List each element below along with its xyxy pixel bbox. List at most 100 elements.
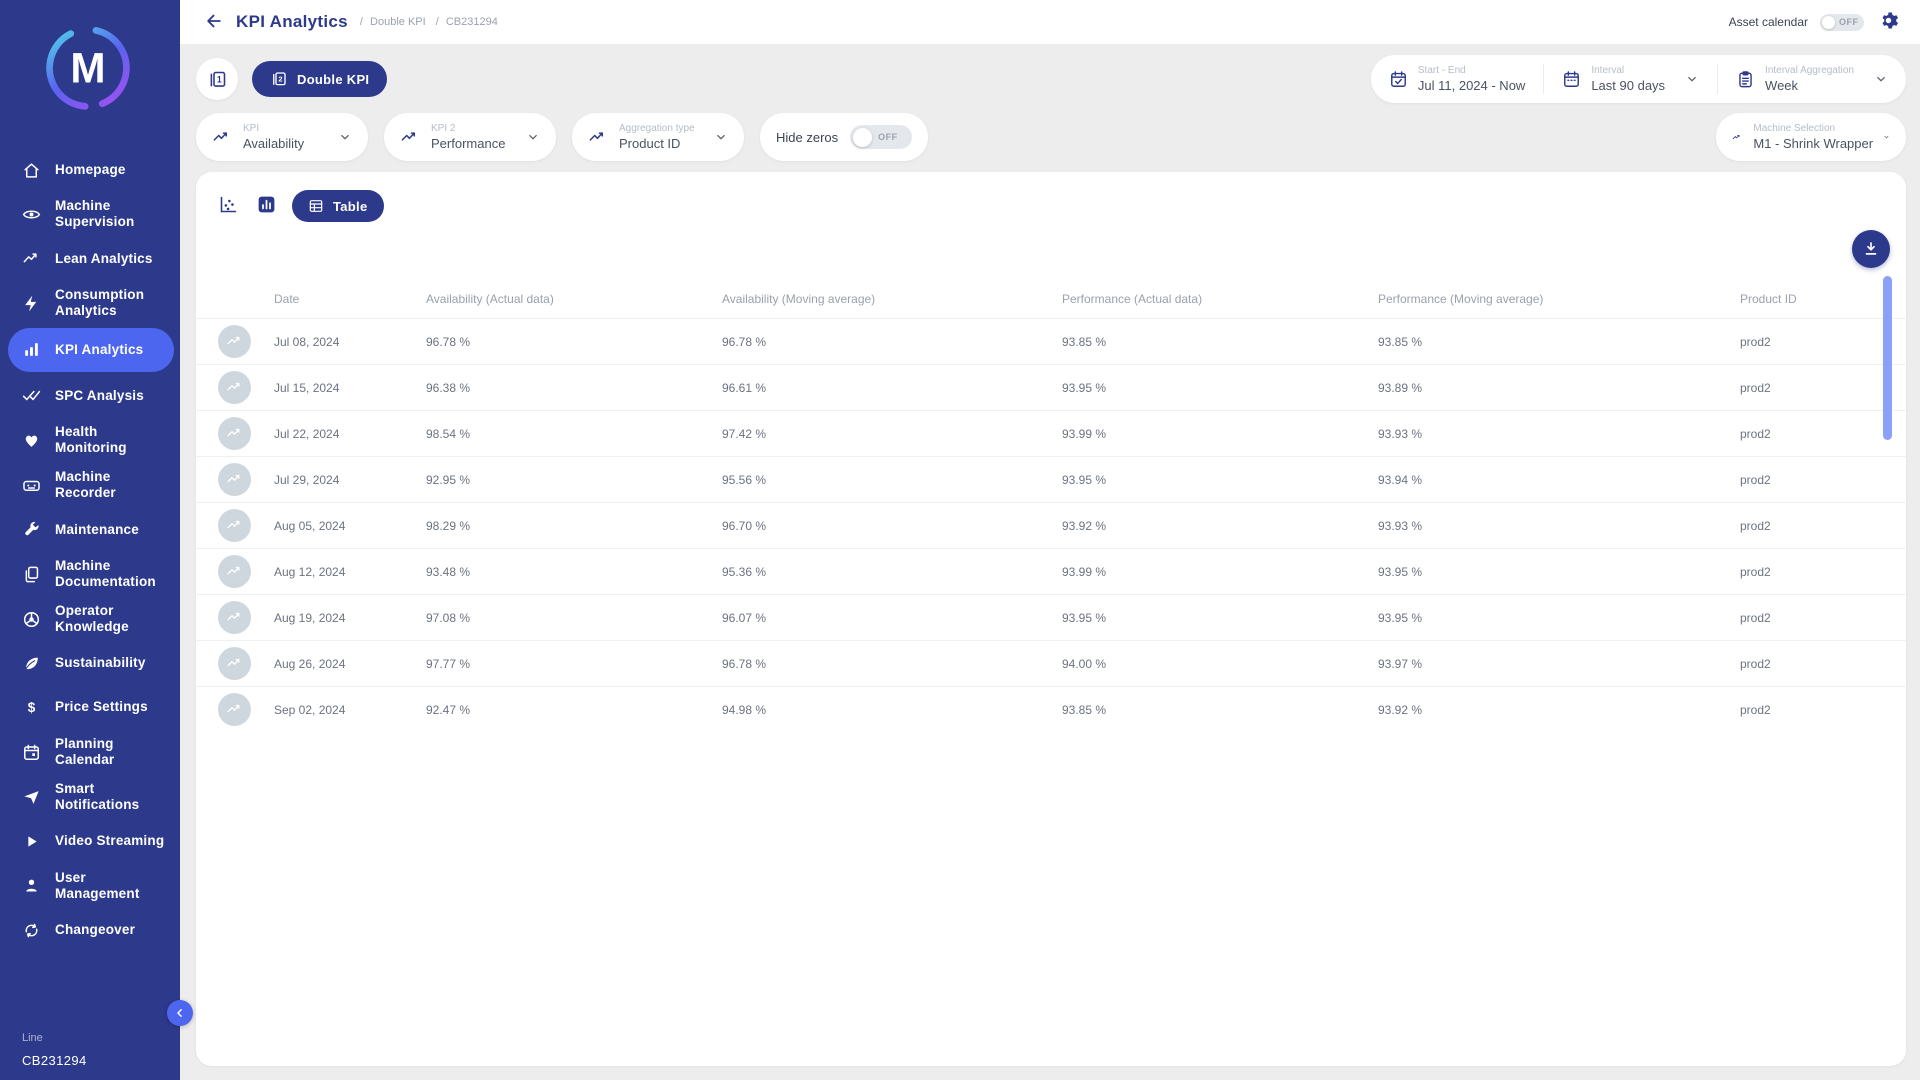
sidebar-item-lean-analytics[interactable]: Lean Analytics	[0, 237, 180, 281]
docs-icon	[22, 565, 41, 584]
sidebar-item-machine-documentation[interactable]: Machine Documentation	[0, 552, 180, 597]
single-kpi-button[interactable]: 1	[196, 58, 238, 100]
filter-value: Product ID	[619, 136, 704, 151]
start-end-value: Jul 11, 2024 - Now	[1418, 78, 1525, 93]
sidebar-item-label: Machine Documentation	[55, 558, 170, 591]
table-cell: Aug 19, 2024	[274, 611, 426, 625]
sidebar-item-smart-notifications[interactable]: Smart Notifications	[0, 775, 180, 820]
asset-calendar-toggle[interactable]: OFF	[1820, 14, 1864, 31]
breadcrumb-item: CB231294	[436, 16, 498, 28]
sidebar-item-kpi-analytics[interactable]: KPI Analytics	[8, 328, 174, 372]
bolt-icon	[22, 294, 41, 313]
settings-button[interactable]	[1876, 10, 1900, 34]
table-cell: prod2	[1740, 427, 1906, 441]
svg-text:1: 1	[216, 74, 221, 84]
table-cell: 93.92 %	[1062, 519, 1378, 533]
sidebar-item-changeover[interactable]: Changeover	[0, 908, 180, 952]
sidebar-collapse-button[interactable]	[167, 1000, 193, 1026]
sidebar-item-machine-supervision[interactable]: Machine Supervision	[0, 192, 180, 237]
hide-zeros-toggle[interactable]: OFF	[850, 125, 912, 149]
interval-value: Last 90 days	[1591, 78, 1665, 93]
sidebar-item-label: Price Settings	[55, 699, 148, 715]
filter-select-aggregation-type[interactable]: Aggregation typeProduct ID	[572, 113, 744, 161]
line-chart-icon	[226, 379, 243, 396]
table-cell: 93.95 %	[1062, 381, 1378, 395]
sidebar-item-machine-recorder[interactable]: Machine Recorder	[0, 463, 180, 508]
sidebar-item-label: Homepage	[55, 162, 126, 178]
table-row: Jul 22, 202498.54 %97.42 %93.99 %93.93 %…	[196, 410, 1906, 456]
filter-value: Availability	[243, 136, 328, 151]
logo-letter: M	[70, 44, 105, 91]
bar-view-button[interactable]	[254, 194, 278, 218]
date-settings-card: Start - End Jul 11, 2024 - Now Interval …	[1371, 55, 1906, 103]
line-chart-icon	[226, 655, 243, 672]
sidebar-item-label: Maintenance	[55, 522, 139, 538]
filter-select-kpi-2[interactable]: KPI 2Performance	[384, 113, 556, 161]
sidebar-item-label: Lean Analytics	[55, 251, 153, 267]
table-cell: Aug 12, 2024	[274, 565, 426, 579]
bars-icon	[22, 340, 41, 359]
table-cell: 98.54 %	[426, 427, 722, 441]
table-cell: Jul 15, 2024	[274, 381, 426, 395]
table-cell: 97.77 %	[426, 657, 722, 671]
table-scrollbar[interactable]	[1883, 276, 1892, 440]
sidebar-item-label: Changeover	[55, 922, 135, 938]
leaf-icon	[22, 654, 41, 673]
start-end-field[interactable]: Start - End Jul 11, 2024 - Now	[1371, 64, 1543, 94]
table-cell: Sep 02, 2024	[274, 703, 426, 717]
table-header-cell	[196, 291, 274, 311]
topbar-right: Asset calendar OFF	[1729, 10, 1900, 34]
row-avatar	[218, 647, 251, 680]
line-chart-icon	[226, 701, 243, 718]
table-cell: 93.48 %	[426, 565, 722, 579]
table-cell: 93.93 %	[1378, 519, 1740, 533]
table-cell: prod2	[1740, 473, 1906, 487]
interval-select[interactable]: Interval Last 90 days	[1543, 64, 1717, 94]
table-cell: Aug 05, 2024	[274, 519, 426, 533]
table-cell: 94.98 %	[722, 703, 1062, 717]
sidebar-item-price-settings[interactable]: $ Price Settings	[0, 686, 180, 730]
scatter-view-button[interactable]	[216, 194, 240, 218]
table-header-cell: Availability (Actual data)	[426, 284, 722, 318]
sidebar-item-sustainability[interactable]: Sustainability	[0, 642, 180, 686]
sidebar-item-label: Smart Notifications	[55, 781, 170, 814]
back-button[interactable]	[202, 10, 226, 34]
sidebar-item-homepage[interactable]: Homepage	[0, 148, 180, 192]
sidebar-item-operator-knowledge[interactable]: Operator Knowledge	[0, 597, 180, 642]
sidebar-item-video-streaming[interactable]: Video Streaming	[0, 820, 180, 864]
table-cell: 92.47 %	[426, 703, 722, 717]
interval-aggregation-select[interactable]: Interval Aggregation Week	[1717, 64, 1906, 94]
row-avatar	[218, 417, 251, 450]
sidebar-item-user-management[interactable]: User Management	[0, 864, 180, 909]
sidebar-item-maintenance[interactable]: Maintenance	[0, 508, 180, 552]
table-cell: prod2	[1740, 381, 1906, 395]
table-icon	[308, 198, 324, 214]
filter-label: KPI 2	[431, 123, 516, 134]
sidebar-item-planning-calendar[interactable]: Planning Calendar	[0, 730, 180, 775]
machine-selection-select[interactable]: Machine Selection M1 - Shrink Wrapper	[1716, 113, 1906, 161]
sidebar: M Homepage Machine Supervision Lean Analyt…	[0, 0, 180, 1080]
filter-selects: KPIAvailability KPI 2Performance Aggregati…	[196, 113, 744, 161]
table-view-button[interactable]: Table	[292, 190, 384, 222]
table-body: Jul 08, 202496.78 %96.78 %93.85 %93.85 %…	[196, 318, 1906, 732]
double-kpi-button[interactable]: 2 Double KPI	[252, 61, 387, 97]
scatter-chart-icon	[218, 194, 239, 215]
asset-calendar-label: Asset calendar	[1729, 15, 1808, 29]
filter-select-kpi[interactable]: KPIAvailability	[196, 113, 368, 161]
interval-aggregation-label: Interval Aggregation	[1765, 65, 1854, 76]
table-cell: 96.38 %	[426, 381, 722, 395]
sidebar-item-spc-analysis[interactable]: SPC Analysis	[0, 374, 180, 418]
sidebar-item-consumption-analytics[interactable]: Consumption Analytics	[0, 281, 180, 326]
row-avatar	[218, 509, 251, 542]
sidebar-item-health-monitoring[interactable]: Health Monitoring	[0, 418, 180, 463]
table-cell: 93.85 %	[1378, 335, 1740, 349]
sidebar-item-label: Planning Calendar	[55, 736, 170, 769]
table-row: Sep 02, 202492.47 %94.98 %93.85 %93.92 %…	[196, 686, 1906, 732]
table-cell: 96.78 %	[426, 335, 722, 349]
chevron-left-icon	[173, 1006, 187, 1020]
svg-text:$: $	[28, 700, 36, 715]
table-cell: 93.95 %	[1378, 565, 1740, 579]
interval-aggregation-value: Week	[1765, 78, 1854, 93]
breadcrumb-item[interactable]: Double KPI	[360, 16, 426, 28]
download-button[interactable]	[1852, 230, 1890, 268]
